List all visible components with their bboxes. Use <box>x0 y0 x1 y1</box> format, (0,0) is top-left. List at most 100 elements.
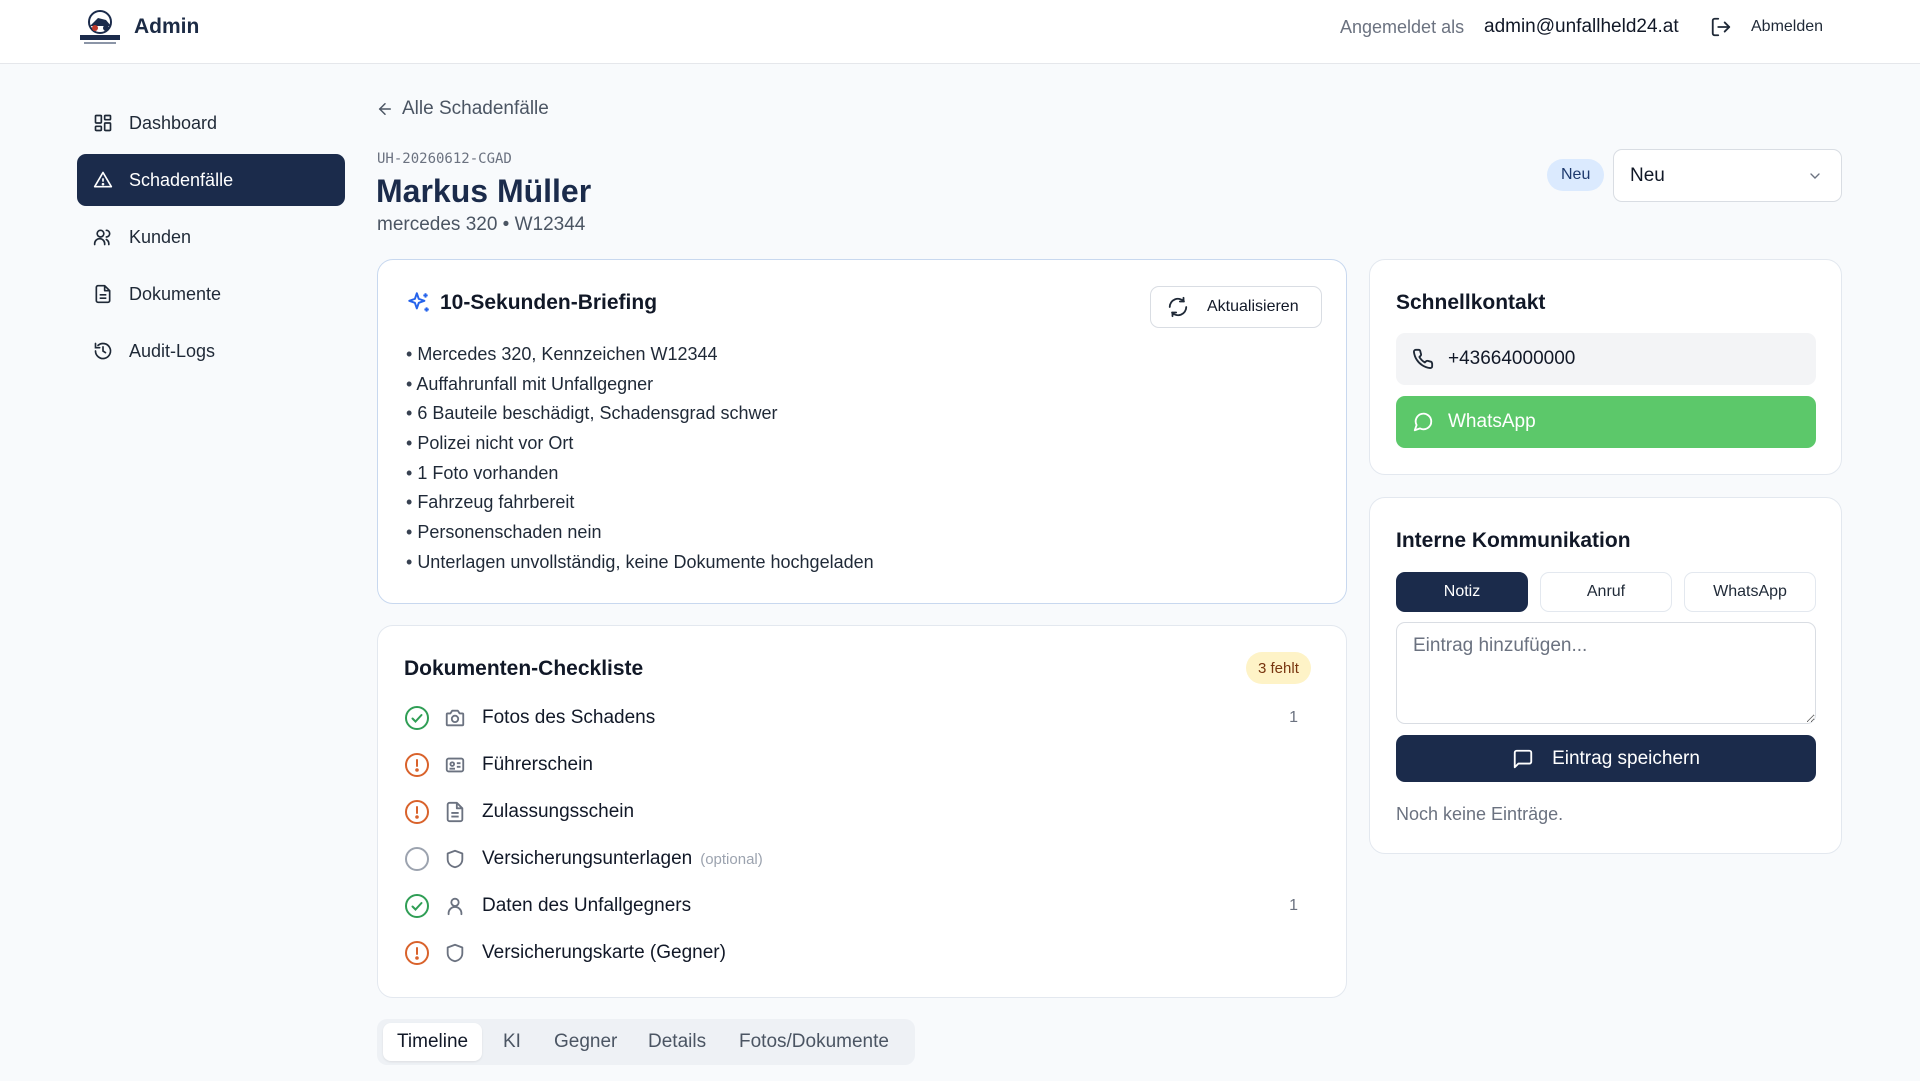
sidebar-item-dashboard[interactable]: Dashboard <box>77 97 345 149</box>
internal-communication-title: Interne Kommunikation <box>1396 529 1631 552</box>
status-select[interactable]: Neu <box>1613 149 1842 202</box>
phone-number-link[interactable]: +43664000000 <box>1396 333 1816 385</box>
checklist-item-versicherungskarte[interactable]: Versicherungskarte (Gegner) <box>404 938 1324 968</box>
top-bar: Admin Angemeldet als admin@unfallheld24.… <box>0 0 1920 64</box>
tab-timeline[interactable]: Timeline <box>383 1023 483 1061</box>
briefing-item: Auffahrunfall mit Unfallgegner <box>406 370 874 400</box>
check-circle-icon <box>404 705 430 731</box>
document-icon <box>93 284 113 304</box>
alert-circle-icon <box>404 752 430 778</box>
checklist-item-unfallgegner[interactable]: Daten des Unfallgegners 1 <box>404 891 1324 921</box>
briefing-item: Personenschaden nein <box>406 518 874 548</box>
arrow-left-icon <box>376 100 394 118</box>
sidebar-item-label: Audit-Logs <box>129 340 216 361</box>
tab-gegner[interactable]: Gegner <box>544 1023 627 1061</box>
sparkles-icon <box>406 290 432 316</box>
shield-icon <box>444 942 466 964</box>
alert-circle-icon <box>404 799 430 825</box>
unfallheld-logo[interactable] <box>78 8 122 46</box>
segment-anruf[interactable]: Anruf <box>1540 572 1672 612</box>
back-link-label: Alle Schadenfälle <box>402 98 549 119</box>
briefing-item: Polizei nicht vor Ort <box>406 429 874 459</box>
tab-ki[interactable]: KI <box>493 1023 531 1061</box>
chevron-down-icon <box>1807 168 1823 184</box>
briefing-title: 10-Sekunden-Briefing <box>440 291 658 314</box>
quick-contact-title: Schnellkontakt <box>1396 291 1546 314</box>
internal-communication-card: Interne Kommunikation Notiz Anruf WhatsA… <box>1369 497 1842 854</box>
checklist-item-label: Versicherungskarte (Gegner) <box>482 942 726 963</box>
briefing-item: Mercedes 320, Kennzeichen W12344 <box>406 340 874 370</box>
empty-circle-icon <box>404 846 430 872</box>
checklist-item-fuehrerschein[interactable]: Führerschein <box>404 750 1324 780</box>
empty-state-text: Noch keine Einträge. <box>1396 804 1564 824</box>
id-card-icon <box>444 754 466 776</box>
refresh-button[interactable]: Aktualisieren <box>1150 286 1322 328</box>
back-to-cases-link[interactable]: Alle Schadenfälle <box>376 98 549 120</box>
save-entry-label: Eintrag speichern <box>1552 747 1700 769</box>
case-id: UH-20260612-CGAD <box>377 151 512 167</box>
briefing-list: Mercedes 320, Kennzeichen W12344 Auffahr… <box>406 340 874 578</box>
briefing-item: 6 Bauteile beschädigt, Schadensgrad schw… <box>406 399 874 429</box>
dashboard-icon <box>93 113 113 133</box>
sidebar-item-kunden[interactable]: Kunden <box>77 211 345 263</box>
shield-icon <box>444 848 466 870</box>
entry-input[interactable] <box>1396 622 1816 724</box>
refresh-label: Aktualisieren <box>1207 298 1299 315</box>
phone-icon <box>1413 348 1434 369</box>
user-icon <box>444 895 466 917</box>
logout-icon[interactable] <box>1710 16 1732 38</box>
checklist-item-label: Fotos des Schadens <box>482 707 656 728</box>
signed-in-email: admin@unfallheld24.at <box>1484 16 1679 37</box>
checklist-item-label: Versicherungsunterlagen <box>482 848 693 869</box>
whatsapp-button[interactable]: WhatsApp <box>1396 396 1816 448</box>
status-select-value: Neu <box>1630 164 1665 186</box>
detail-tabs: Timeline KI Gegner Details Fotos/Dokumen… <box>377 1019 915 1065</box>
checklist-item-label: Führerschein <box>482 754 593 775</box>
save-entry-button[interactable]: Eintrag speichern <box>1396 735 1816 782</box>
logout-button[interactable]: Abmelden <box>1751 17 1823 37</box>
sidebar-item-label: Dashboard <box>129 112 218 133</box>
sidebar-item-schadenfaelle[interactable]: Schadenfälle <box>77 154 345 206</box>
tab-details[interactable]: Details <box>638 1023 716 1061</box>
message-circle-icon <box>1413 412 1433 432</box>
document-count: 1 <box>1289 709 1298 726</box>
vehicle-info: mercedes 320 • W12344 <box>377 214 586 235</box>
segment-whatsapp[interactable]: WhatsApp <box>1684 572 1816 612</box>
message-square-icon <box>1513 749 1533 768</box>
app-title: Admin <box>134 15 200 38</box>
tab-fotos-dokumente[interactable]: Fotos/Dokumente <box>729 1023 899 1061</box>
page-title: Markus Müller <box>376 173 592 209</box>
missing-count-badge: 3 fehlt <box>1246 652 1311 684</box>
checklist-card: Dokumenten-Checkliste 3 fehlt Fotos des … <box>377 625 1347 998</box>
document-count: 1 <box>1289 897 1298 914</box>
checklist-item-label: Zulassungsschein <box>482 801 635 822</box>
check-circle-icon <box>404 893 430 919</box>
briefing-item: Fahrzeug fahrbereit <box>406 488 874 518</box>
document-icon <box>444 801 466 823</box>
sidebar-item-label: Dokumente <box>129 283 222 304</box>
camera-icon <box>444 707 466 729</box>
segment-notiz[interactable]: Notiz <box>1396 572 1528 612</box>
status-badge: Neu <box>1547 159 1605 191</box>
alert-circle-icon <box>404 940 430 966</box>
checklist-item-label: Daten des Unfallgegners <box>482 895 692 916</box>
sidebar-item-label: Schadenfälle <box>129 169 234 190</box>
checklist-title: Dokumenten-Checkliste <box>404 657 644 680</box>
sidebar-item-audit-logs[interactable]: Audit-Logs <box>77 325 345 377</box>
checklist-item-zulassungsschein[interactable]: Zulassungsschein <box>404 797 1324 827</box>
signed-in-label: Angemeldet als <box>1340 17 1465 37</box>
users-icon <box>93 227 113 247</box>
sidebar-item-dokumente[interactable]: Dokumente <box>77 268 345 320</box>
checklist-item-fotos[interactable]: Fotos des Schadens 1 <box>404 703 1324 733</box>
briefing-card: 10-Sekunden-Briefing Aktualisieren Merce… <box>377 259 1347 604</box>
whatsapp-label: WhatsApp <box>1448 411 1536 432</box>
phone-number: +43664000000 <box>1448 348 1576 369</box>
briefing-item: Unterlagen unvollständig, keine Dokument… <box>406 548 873 578</box>
checklist-item-versicherungsunterlagen[interactable]: Versicherungsunterlagen (optional) <box>404 844 1324 874</box>
quick-contact-card: Schnellkontakt +43664000000 WhatsApp <box>1369 259 1842 475</box>
sidebar-item-label: Kunden <box>129 226 192 247</box>
optional-label: (optional) <box>700 850 763 868</box>
briefing-item: 1 Foto vorhanden <box>406 459 874 489</box>
refresh-icon <box>1168 296 1188 318</box>
warning-triangle-icon <box>93 170 113 190</box>
